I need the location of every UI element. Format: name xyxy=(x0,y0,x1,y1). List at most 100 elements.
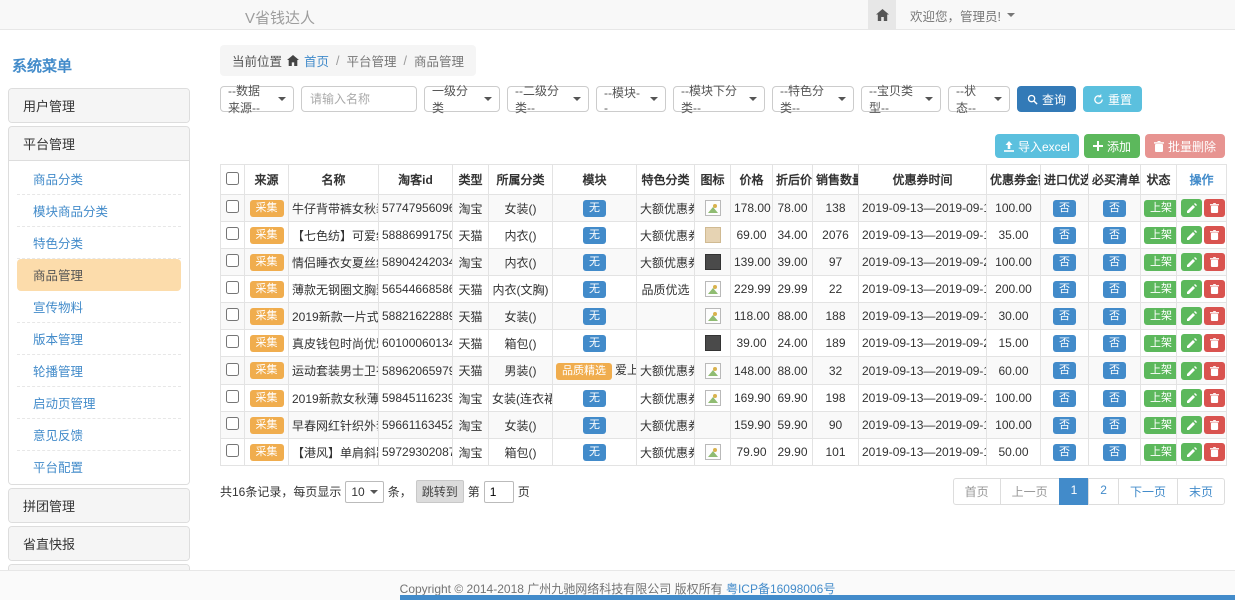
row-checkbox[interactable] xyxy=(226,335,239,348)
filter-select-status[interactable]: --状态-- xyxy=(948,86,1010,112)
filter-select-module[interactable]: --模块-- xyxy=(596,86,666,112)
pager-prev[interactable]: 上一页 xyxy=(1000,478,1060,505)
filter-select-feature-category[interactable]: --特色分类-- xyxy=(772,86,854,112)
filter-select-item-type[interactable]: --宝贝类型-- xyxy=(861,86,941,112)
per-page-select[interactable]: 10 xyxy=(345,481,383,503)
add-button[interactable]: 添加 xyxy=(1084,134,1140,158)
import-excel-button[interactable]: 导入excel xyxy=(995,134,1079,158)
sidebar-item-users[interactable]: 用户管理 xyxy=(9,89,189,122)
import-select-badge[interactable]: 否 xyxy=(1053,200,1076,217)
delete-button[interactable] xyxy=(1204,389,1225,407)
delete-button[interactable] xyxy=(1204,199,1225,217)
must-buy-badge[interactable]: 否 xyxy=(1103,335,1126,352)
delete-button[interactable] xyxy=(1204,307,1225,325)
reset-button[interactable]: 重置 xyxy=(1083,86,1142,112)
sidebar-item-product-category[interactable]: 商品分类 xyxy=(17,163,181,195)
edit-button[interactable] xyxy=(1181,416,1202,434)
sidebar-item-version-management[interactable]: 版本管理 xyxy=(17,323,181,355)
import-select-badge[interactable]: 否 xyxy=(1053,227,1076,244)
delete-button[interactable] xyxy=(1204,443,1225,461)
row-checkbox[interactable] xyxy=(226,227,239,240)
batch-delete-button[interactable]: 批量删除 xyxy=(1145,134,1225,158)
status-badge[interactable]: 上架 xyxy=(1144,227,1177,244)
delete-button[interactable] xyxy=(1204,362,1225,380)
delete-button[interactable] xyxy=(1204,226,1225,244)
row-checkbox[interactable] xyxy=(226,200,239,213)
sidebar-item-feedback[interactable]: 意见反馈 xyxy=(17,419,181,451)
status-badge[interactable]: 上架 xyxy=(1144,417,1177,434)
edit-button[interactable] xyxy=(1181,280,1202,298)
must-buy-badge[interactable]: 否 xyxy=(1103,254,1126,271)
sidebar-item-splash-management[interactable]: 启动页管理 xyxy=(17,387,181,419)
filter-select-level2-category[interactable]: --二级分类-- xyxy=(507,86,589,112)
breadcrumb-home-link[interactable]: 首页 xyxy=(304,51,329,70)
pager-first[interactable]: 首页 xyxy=(953,478,1001,505)
page-number-input[interactable] xyxy=(484,481,514,503)
must-buy-badge[interactable]: 否 xyxy=(1103,281,1126,298)
filter-select-module-subcategory[interactable]: --模块下分类-- xyxy=(673,86,765,112)
must-buy-badge[interactable]: 否 xyxy=(1103,390,1126,407)
sidebar-item-platform[interactable]: 平台管理 xyxy=(9,127,189,160)
import-select-badge[interactable]: 否 xyxy=(1053,390,1076,407)
name-search-input[interactable] xyxy=(301,86,417,112)
row-checkbox[interactable] xyxy=(226,390,239,403)
delete-button[interactable] xyxy=(1204,253,1225,271)
search-button[interactable]: 查询 xyxy=(1017,86,1076,112)
user-menu[interactable]: 欢迎您，管理员! xyxy=(896,6,1029,25)
status-badge[interactable]: 上架 xyxy=(1144,335,1177,352)
jump-to-button[interactable]: 跳转到 xyxy=(416,480,464,503)
edit-button[interactable] xyxy=(1181,334,1202,352)
import-select-badge[interactable]: 否 xyxy=(1053,417,1076,434)
import-select-badge[interactable]: 否 xyxy=(1053,281,1076,298)
status-badge[interactable]: 上架 xyxy=(1144,200,1177,217)
delete-button[interactable] xyxy=(1204,280,1225,298)
edit-button[interactable] xyxy=(1181,389,1202,407)
edit-button[interactable] xyxy=(1181,253,1202,271)
row-checkbox[interactable] xyxy=(226,308,239,321)
filter-select-data-source[interactable]: --数据来源-- xyxy=(220,86,294,112)
import-select-badge[interactable]: 否 xyxy=(1053,308,1076,325)
edit-button[interactable] xyxy=(1181,307,1202,325)
must-buy-badge[interactable]: 否 xyxy=(1103,362,1126,379)
row-checkbox[interactable] xyxy=(226,281,239,294)
home-button[interactable] xyxy=(868,0,896,30)
sidebar-item-carousel-management[interactable]: 轮播管理 xyxy=(17,355,181,387)
edit-button[interactable] xyxy=(1181,199,1202,217)
delete-button[interactable] xyxy=(1204,416,1225,434)
pager-page-2[interactable]: 2 xyxy=(1088,478,1119,505)
pager-last[interactable]: 末页 xyxy=(1177,478,1225,505)
row-checkbox[interactable] xyxy=(226,444,239,457)
sidebar-item-express[interactable]: 省直快报 xyxy=(9,527,189,560)
sidebar-item-product-management[interactable]: 商品管理 xyxy=(17,259,181,291)
import-select-badge[interactable]: 否 xyxy=(1053,444,1076,461)
filter-select-level1-category[interactable]: 一级分类 xyxy=(424,86,500,112)
must-buy-badge[interactable]: 否 xyxy=(1103,200,1126,217)
icp-link[interactable]: 粤ICP备16098006号 xyxy=(726,582,835,596)
status-badge[interactable]: 上架 xyxy=(1144,362,1177,379)
import-select-badge[interactable]: 否 xyxy=(1053,254,1076,271)
sidebar-item-module-product-category[interactable]: 模块商品分类 xyxy=(17,195,181,227)
must-buy-badge[interactable]: 否 xyxy=(1103,417,1126,434)
row-checkbox[interactable] xyxy=(226,254,239,267)
edit-button[interactable] xyxy=(1181,362,1202,380)
sidebar-item-groupbuy[interactable]: 拼团管理 xyxy=(9,489,189,522)
sidebar-item-feature-category[interactable]: 特色分类 xyxy=(17,227,181,259)
row-checkbox[interactable] xyxy=(226,363,239,376)
status-badge[interactable]: 上架 xyxy=(1144,444,1177,461)
must-buy-badge[interactable]: 否 xyxy=(1103,444,1126,461)
pager-page-1[interactable]: 1 xyxy=(1059,478,1090,505)
edit-button[interactable] xyxy=(1181,443,1202,461)
status-badge[interactable]: 上架 xyxy=(1144,281,1177,298)
edit-button[interactable] xyxy=(1181,226,1202,244)
sidebar-item-promo-material[interactable]: 宣传物料 xyxy=(17,291,181,323)
status-badge[interactable]: 上架 xyxy=(1144,254,1177,271)
import-select-badge[interactable]: 否 xyxy=(1053,362,1076,379)
delete-button[interactable] xyxy=(1204,334,1225,352)
import-select-badge[interactable]: 否 xyxy=(1053,335,1076,352)
status-badge[interactable]: 上架 xyxy=(1144,390,1177,407)
pager-next[interactable]: 下一页 xyxy=(1118,478,1178,505)
select-all-checkbox[interactable] xyxy=(226,172,239,185)
sidebar-item-platform-config[interactable]: 平台配置 xyxy=(17,451,181,482)
status-badge[interactable]: 上架 xyxy=(1144,308,1177,325)
must-buy-badge[interactable]: 否 xyxy=(1103,227,1126,244)
